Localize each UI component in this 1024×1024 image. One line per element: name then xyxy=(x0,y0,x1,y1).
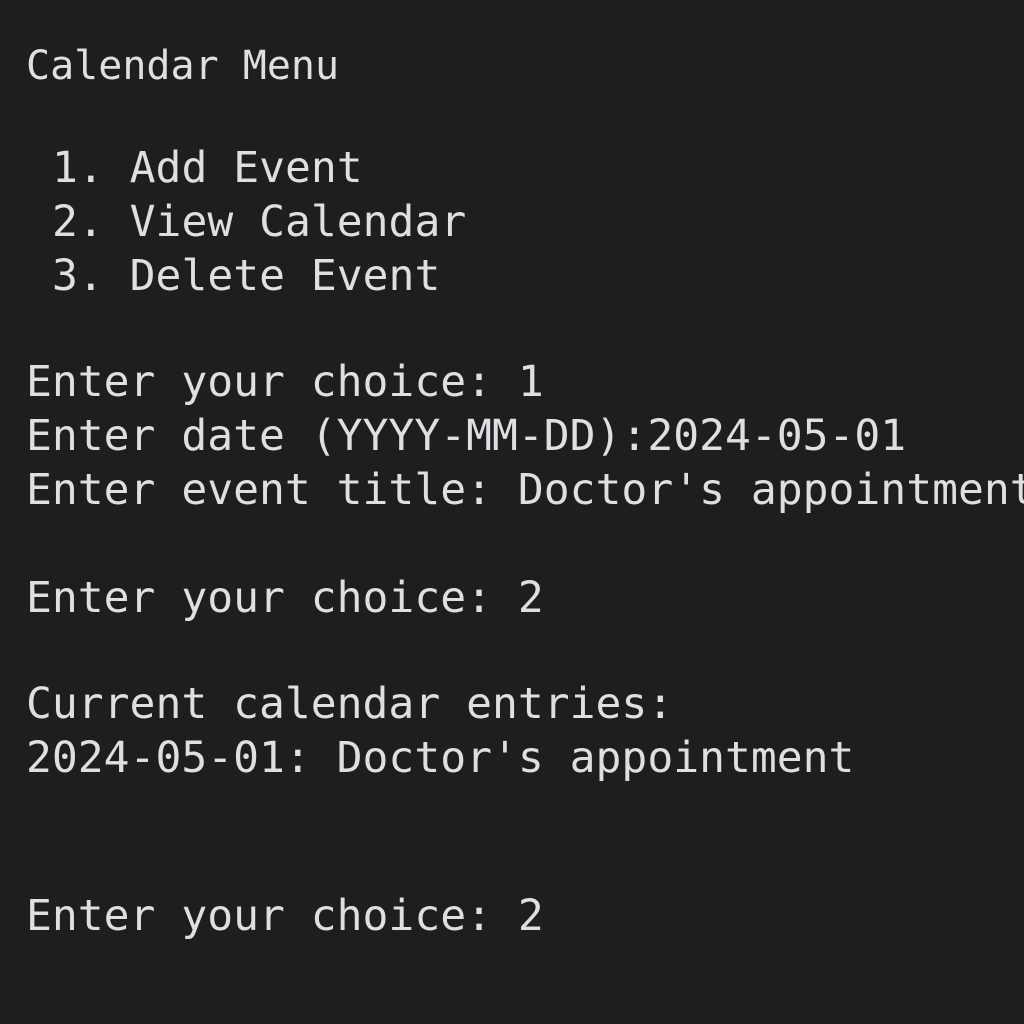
choice-prompt-line: Enter your choice: 1 xyxy=(26,357,544,407)
entries-header: Current calendar entries: xyxy=(26,679,674,729)
menu-item-label: View Calendar xyxy=(129,197,467,247)
menu-item-number: 1. xyxy=(52,143,104,193)
menu-item-label: Add Event xyxy=(129,143,363,193)
terminal-window[interactable]: Calendar Menu 1. Add Event 2. View Calen… xyxy=(0,0,1024,1024)
menu-item-delete-event: 3. Delete Event xyxy=(52,250,440,303)
menu-item-label: Delete Event xyxy=(129,251,441,301)
menu-item-number: 3. xyxy=(52,251,104,301)
menu-item-add-event: 1. Add Event xyxy=(52,142,363,195)
menu-item-view-calendar: 2. View Calendar xyxy=(52,196,466,249)
choice-prompt-line: Enter your choice: 2 xyxy=(26,891,544,941)
choice-prompt-line: Enter your choice: 2 xyxy=(26,573,544,623)
calendar-entry: 2024-05-01: Doctor's appointment xyxy=(26,733,855,783)
date-prompt-line: Enter date (YYYY-MM-DD):2024-05-01 xyxy=(26,411,907,461)
title-prompt-line: Enter event title: Doctor's appointment xyxy=(26,465,1024,515)
menu-title: Calendar Menu xyxy=(26,43,340,89)
menu-item-number: 2. xyxy=(52,197,104,247)
